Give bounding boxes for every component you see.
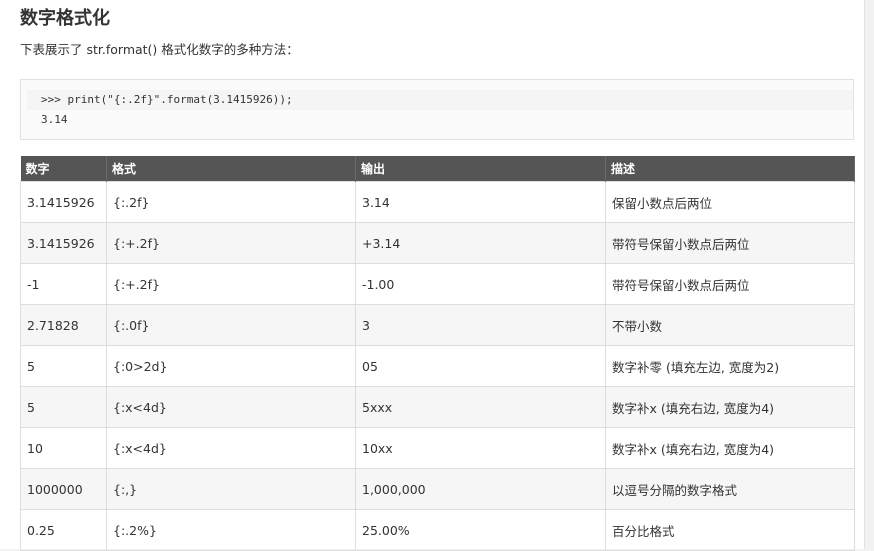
cell-format: {:+.2f} [106,222,356,264]
cell-format: {:.0f} [106,304,356,346]
intro-text: 下表展示了 str.format() 格式化数字的多种方法： [20,42,299,57]
cell-description: 带符号保留小数点后两位 [605,263,855,305]
cell-format: {:.2f} [106,181,356,223]
cell-output: +3.14 [355,222,606,264]
cell-description: 不带小数 [605,304,855,346]
cell-description: 数字补x (填充右边, 宽度为4) [605,427,855,469]
cell-number: 2.71828 [20,304,107,346]
table-row: 3.1415926 {:.2f} 3.14 保留小数点后两位 [20,181,855,223]
cell-format: {:0>2d} [106,345,356,387]
header-description: 描述 [605,156,855,182]
cell-description: 带符号保留小数点后两位 [605,222,855,264]
header-format: 格式 [106,156,356,182]
table-header-row: 数字 格式 输出 描述 [20,156,855,182]
table-row: 1000000 {:,} 1,000,000 以逗号分隔的数字格式 [20,468,855,510]
cell-output: 3.14 [355,181,606,223]
cell-description: 保留小数点后两位 [605,181,855,223]
cell-description: 数字补x (填充右边, 宽度为4) [605,386,855,428]
cell-format: {:+.2f} [106,263,356,305]
cell-number: 5 [20,386,107,428]
cell-number: -1 [20,263,107,305]
content-page: 数字格式化 下表展示了 str.format() 格式化数字的多种方法： >>>… [0,0,865,551]
cell-description: 百分比格式 [605,509,855,551]
cell-output: 10xx [355,427,606,469]
cell-output: 25.00% [355,509,606,551]
cell-description: 以逗号分隔的数字格式 [605,468,855,510]
cell-format: {:x<4d} [106,386,356,428]
cell-number: 3.1415926 [20,181,107,223]
cell-format: {:x<4d} [106,427,356,469]
code-line-2: 3.14 [41,113,68,126]
header-number: 数字 [20,156,107,182]
cell-description: 数字补零 (填充左边, 宽度为2) [605,345,855,387]
code-line-1: >>> print("{:.2f}".format(3.1415926)); [27,90,853,110]
cell-output: 5xxx [355,386,606,428]
table-row: 2.71828 {:.0f} 3 不带小数 [20,304,855,346]
table-row: 5 {:0>2d} 05 数字补零 (填充左边, 宽度为2) [20,345,855,387]
cell-number: 10 [20,427,107,469]
cell-format: {:,} [106,468,356,510]
page-title: 数字格式化 [20,8,110,29]
table-row: -1 {:+.2f} -1.00 带符号保留小数点后两位 [20,263,855,305]
cell-number: 5 [20,345,107,387]
cell-number: 1000000 [20,468,107,510]
cell-output: -1.00 [355,263,606,305]
cell-output: 1,000,000 [355,468,606,510]
table-row: 0.25 {:.2%} 25.00% 百分比格式 [20,509,855,551]
cell-format: {:.2%} [106,509,356,551]
table-row: 5 {:x<4d} 5xxx 数字补x (填充右边, 宽度为4) [20,386,855,428]
cell-number: 3.1415926 [20,222,107,264]
number-format-table: 数字 格式 输出 描述 3.1415926 {:.2f} 3.14 保留小数点后… [20,156,855,551]
header-output: 输出 [355,156,606,182]
code-block: >>> print("{:.2f}".format(3.1415926)); 3… [20,79,854,140]
table-row: 10 {:x<4d} 10xx 数字补x (填充右边, 宽度为4) [20,427,855,469]
cell-output: 05 [355,345,606,387]
table-row: 3.1415926 {:+.2f} +3.14 带符号保留小数点后两位 [20,222,855,264]
cell-number: 0.25 [20,509,107,551]
cell-output: 3 [355,304,606,346]
